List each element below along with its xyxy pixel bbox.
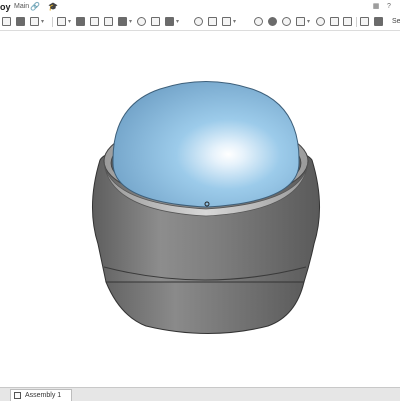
- toolbar-divider: [356, 17, 357, 27]
- main-toolbar: ▾ ▾ ▾ ▾ ▾ ▾ Se: [0, 14, 400, 31]
- help-icon[interactable]: ?: [385, 3, 393, 11]
- fasten-mate-icon[interactable]: [151, 17, 160, 26]
- dome: [112, 81, 300, 208]
- branch-label[interactable]: Main: [14, 3, 29, 10]
- settings-icon[interactable]: [330, 17, 339, 26]
- link-icon[interactable]: 🔗: [30, 2, 40, 11]
- tab-label: Assembly 1: [25, 392, 62, 399]
- tab-assembly[interactable]: Assembly 1: [10, 389, 73, 401]
- chevron-down-icon[interactable]: ▾: [233, 19, 236, 25]
- insert-icon[interactable]: [57, 17, 66, 26]
- render-icon[interactable]: [282, 17, 291, 26]
- list-icon[interactable]: [343, 17, 352, 26]
- pattern-icon[interactable]: [254, 17, 263, 26]
- explode-icon[interactable]: [268, 17, 277, 26]
- toolbar-divider: [52, 17, 53, 27]
- display-icon[interactable]: [104, 17, 113, 26]
- 3d-viewport[interactable]: [0, 31, 400, 387]
- replicate-icon[interactable]: [222, 17, 231, 26]
- chevron-down-icon[interactable]: ▾: [41, 19, 44, 25]
- assembly-icon: [14, 392, 21, 399]
- redo-icon[interactable]: [16, 17, 25, 26]
- options-icon[interactable]: [316, 17, 325, 26]
- chevron-down-icon[interactable]: ▾: [307, 19, 310, 25]
- view-cube-icon[interactable]: [76, 17, 85, 26]
- model-render[interactable]: [0, 31, 400, 387]
- appearance-icon[interactable]: [296, 17, 305, 26]
- snap-icon[interactable]: [374, 17, 383, 26]
- graduation-cap-icon[interactable]: 🎓: [48, 2, 58, 11]
- measure-icon[interactable]: [118, 17, 127, 26]
- section-icon[interactable]: [90, 17, 99, 26]
- undo-icon[interactable]: [2, 17, 11, 26]
- slider-mate-icon[interactable]: [194, 17, 203, 26]
- document-title[interactable]: oy: [0, 2, 11, 12]
- notifications-icon[interactable]: ▦: [372, 3, 380, 11]
- chevron-down-icon[interactable]: ▾: [129, 19, 132, 25]
- group-icon[interactable]: [208, 17, 217, 26]
- search-label[interactable]: Se: [392, 18, 400, 25]
- resize-icon[interactable]: [360, 17, 369, 26]
- sketch-icon[interactable]: [30, 17, 39, 26]
- mate-icon[interactable]: [137, 17, 146, 26]
- base-section: [105, 281, 305, 334]
- chevron-down-icon[interactable]: ▾: [176, 19, 179, 25]
- revolute-mate-icon[interactable]: [165, 17, 174, 26]
- title-bar: oy Main 🔗 🎓 ▦ ?: [0, 0, 400, 14]
- tab-bar: Assembly 1: [0, 387, 400, 401]
- chevron-down-icon[interactable]: ▾: [68, 19, 71, 25]
